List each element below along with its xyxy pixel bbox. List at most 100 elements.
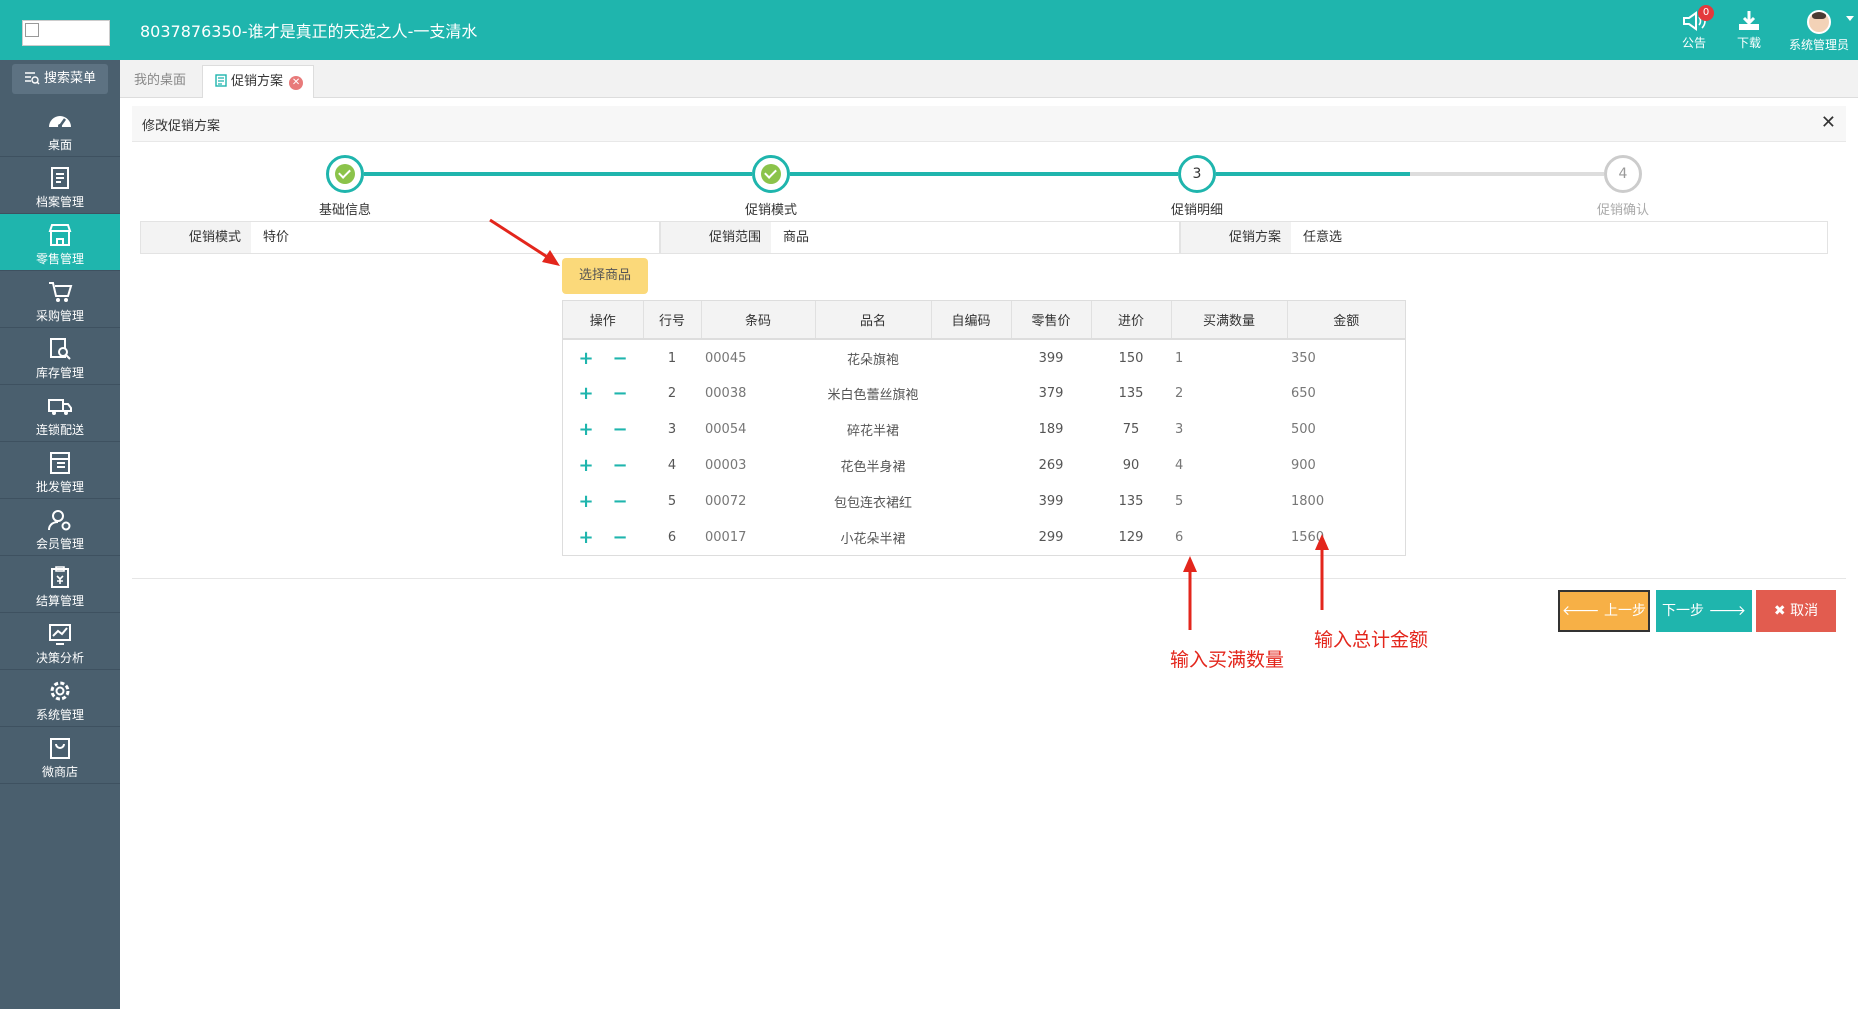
notice-label: 公告 [1681, 36, 1706, 50]
min-qty-input[interactable]: 3 [1171, 411, 1287, 447]
user-menu-button[interactable]: 系统管理员 [1784, 10, 1854, 53]
min-qty-input[interactable]: 5 [1171, 483, 1287, 519]
step-line-2 [790, 172, 1178, 176]
tab-my-desktop[interactable]: 我的桌面 [124, 65, 196, 98]
settlement-icon [51, 566, 69, 588]
amount-input[interactable]: 650 [1287, 375, 1405, 411]
promotion-mode-value: 特价 [251, 222, 659, 253]
search-menu-button[interactable]: 搜索菜单 [12, 64, 108, 94]
cart-icon [49, 282, 73, 302]
step-line-1 [364, 172, 752, 176]
add-row-icon[interactable]: + [577, 455, 595, 476]
table-row: + − 4 00003 花色半身裙 269 90 4 900 [563, 447, 1405, 483]
user-name-label: 系统管理员 [1788, 38, 1849, 52]
remove-row-icon[interactable]: − [611, 383, 629, 404]
row-no-cell: 6 [667, 529, 677, 545]
close-tab-icon[interactable]: ✕ [289, 76, 304, 90]
sidebar-item-label: 结算管理 [35, 594, 84, 608]
wholesale-icon [50, 452, 70, 474]
promotion-mode-label: 促销模式 [141, 222, 251, 253]
panel-header: 修改促销方案 ✕ [132, 106, 1846, 142]
sidebar-item-system[interactable]: 系统管理 [0, 670, 120, 727]
barcode-cell: 00054 [705, 421, 747, 437]
self-code-cell [931, 339, 1011, 375]
check-icon [761, 164, 781, 184]
cancel-button[interactable]: ✖ 取消 [1756, 590, 1836, 632]
product-name-cell: 花朵旗袍 [846, 353, 899, 368]
member-icon [48, 510, 71, 531]
amount-input[interactable]: 1560 [1287, 519, 1405, 555]
self-code-cell [931, 411, 1011, 447]
min-qty-input[interactable]: 6 [1171, 519, 1287, 555]
cost-price-cell: 75 [1122, 421, 1140, 437]
close-icon[interactable]: ✕ [1821, 112, 1836, 133]
add-row-icon[interactable]: + [577, 527, 595, 548]
table-row: + − 2 00038 米白色蕾丝旗袍 379 135 2 650 [563, 375, 1405, 411]
top-bar: 8037876350-谁才是真正的天选之人-一支清水 0 公告 下载 系统管理员 [0, 0, 1858, 60]
cancel-label: 取消 [1790, 603, 1819, 619]
sidebar-item-delivery[interactable]: 连锁配送 [0, 385, 120, 442]
download-label: 下载 [1736, 36, 1761, 50]
sidebar-item-archive[interactable]: 档案管理 [0, 157, 120, 214]
min-qty-input[interactable]: 2 [1171, 375, 1287, 411]
promotion-mode-field: 促销模式 特价 [140, 221, 660, 254]
sidebar-item-microshop[interactable]: 微商店 [0, 727, 120, 784]
min-qty-input[interactable]: 4 [1171, 447, 1287, 483]
remove-row-icon[interactable]: − [611, 348, 629, 369]
col-header-barcode: 条码 [701, 301, 816, 340]
row-no-cell: 3 [667, 421, 677, 437]
amount-input[interactable]: 500 [1287, 411, 1405, 447]
retail-price-cell: 269 [1038, 457, 1064, 473]
amount-input[interactable]: 350 [1287, 339, 1405, 375]
cost-price-cell: 129 [1118, 529, 1144, 545]
prev-step-button[interactable]: 🡐 上一步 [1558, 590, 1650, 632]
chevron-down-icon [1846, 16, 1854, 21]
select-product-button[interactable]: 选择商品 [562, 258, 648, 294]
add-row-icon[interactable]: + [577, 348, 595, 369]
add-row-icon[interactable]: + [577, 491, 595, 512]
sidebar-item-analysis[interactable]: 决策分析 [0, 613, 120, 670]
remove-row-icon[interactable]: − [611, 491, 629, 512]
divider [132, 578, 1846, 579]
barcode-cell: 00003 [705, 457, 747, 473]
arrow-right-icon: 🡒 [1704, 603, 1746, 619]
col-header-self-code: 自编码 [931, 301, 1012, 340]
nav-list: 桌面 档案管理 零售管理 采购管理 库存管理 连锁配送 批发管理 会员管理 结算… [0, 100, 120, 784]
min-qty-input[interactable]: 1 [1171, 339, 1287, 375]
remove-row-icon[interactable]: − [611, 419, 629, 440]
barcode-cell: 00038 [705, 385, 747, 401]
col-header-name: 品名 [815, 301, 932, 340]
product-name-cell: 花色半身裙 [840, 459, 906, 475]
amount-input[interactable]: 900 [1287, 447, 1405, 483]
sidebar-item-label: 决策分析 [35, 651, 84, 665]
download-button[interactable]: 下载 [1729, 10, 1769, 51]
self-code-cell [931, 447, 1011, 483]
sidebar-item-purchase[interactable]: 采购管理 [0, 271, 120, 328]
sidebar-item-member[interactable]: 会员管理 [0, 499, 120, 556]
product-name-cell: 米白色蕾丝旗袍 [827, 387, 919, 403]
gear-icon [50, 681, 70, 701]
remove-row-icon[interactable]: − [611, 455, 629, 476]
chart-icon [49, 624, 71, 645]
next-step-button[interactable]: 下一步 🡒 [1656, 590, 1752, 632]
sidebar-item-inventory[interactable]: 库存管理 [0, 328, 120, 385]
cost-price-cell: 90 [1122, 457, 1140, 473]
sidebar-item-retail[interactable]: 零售管理 [0, 214, 120, 271]
shop-bag-icon [50, 738, 70, 759]
sidebar-item-settlement[interactable]: 结算管理 [0, 556, 120, 613]
tab-promotion-plan[interactable]: 促销方案 ✕ [202, 65, 315, 98]
annotation-amount-note: 输入总计金额 [1314, 629, 1429, 651]
remove-row-icon[interactable]: − [611, 527, 629, 548]
step-3-circle: 3 [1178, 155, 1216, 193]
sidebar-item-desktop[interactable]: 桌面 [0, 100, 120, 157]
menu-search-icon [24, 72, 40, 85]
notice-button[interactable]: 0 公告 [1674, 5, 1714, 51]
add-row-icon[interactable]: + [577, 383, 595, 404]
sidebar-item-wholesale[interactable]: 批发管理 [0, 442, 120, 499]
add-row-icon[interactable]: + [577, 419, 595, 440]
download-icon [1739, 11, 1759, 30]
panel-title: 修改促销方案 [142, 119, 221, 134]
col-header-action: 操作 [563, 301, 644, 340]
col-header-min-qty: 买满数量 [1171, 301, 1288, 340]
amount-input[interactable]: 1800 [1287, 483, 1405, 519]
